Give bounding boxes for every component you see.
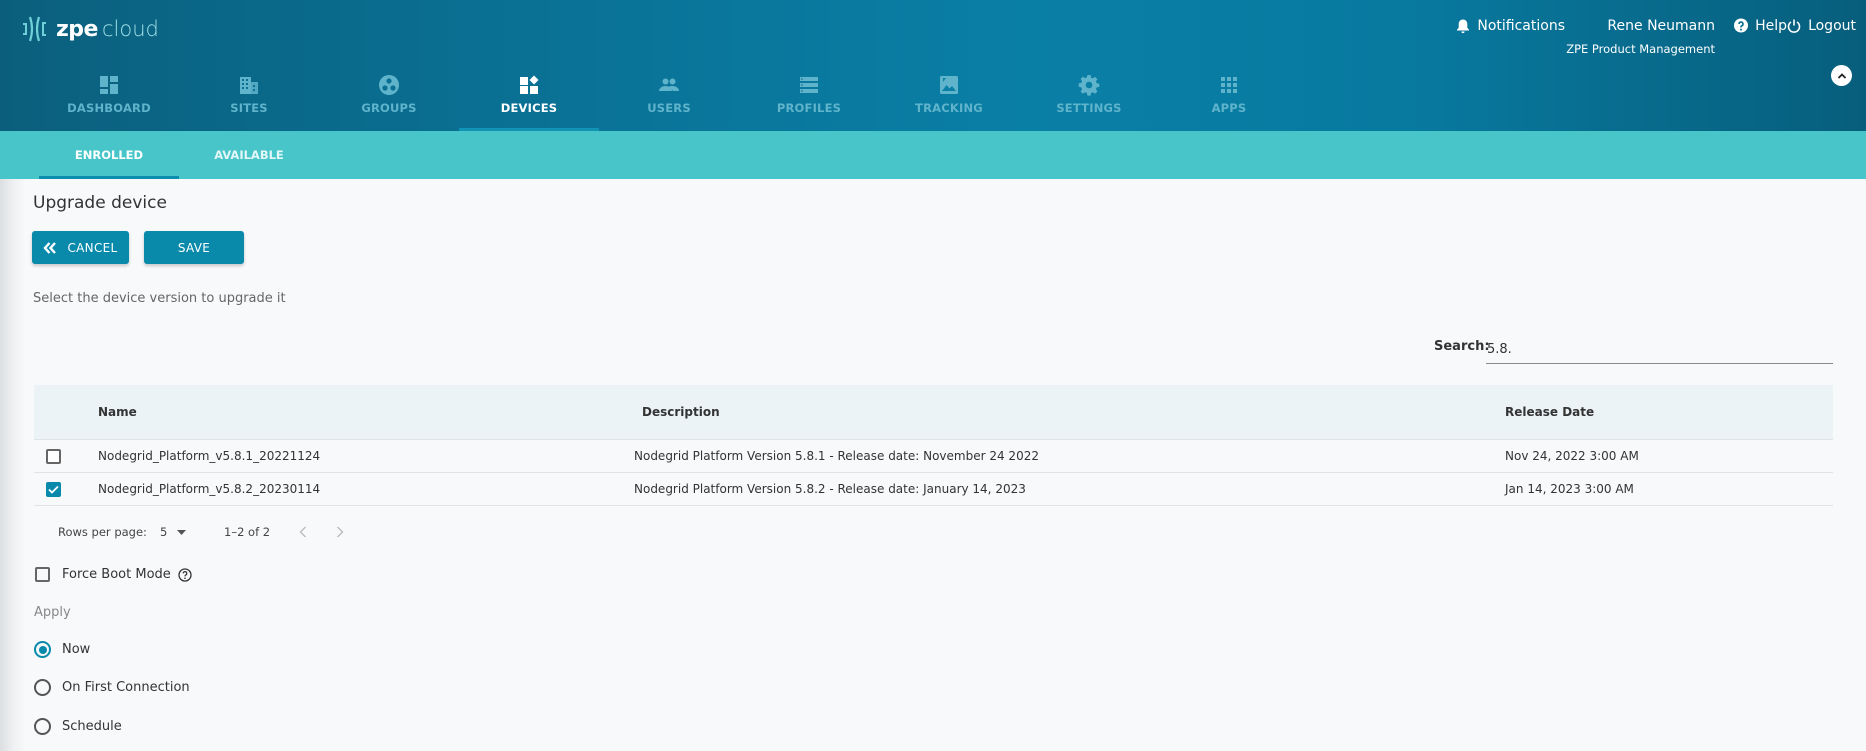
row-release-date: Jan 14, 2023 3:00 AM — [1505, 482, 1634, 496]
nav-item-dashboard[interactable]: DASHBOARD — [39, 70, 179, 131]
instruction-text: Select the device version to upgrade it — [33, 291, 286, 306]
notifications-link[interactable]: Notifications — [1455, 18, 1565, 34]
help-icon — [1734, 18, 1749, 33]
user-name: Rene Neumann — [1607, 18, 1715, 34]
row-name: Nodegrid_Platform_v5.8.2_20230114 — [98, 482, 321, 496]
tab-enrolled[interactable]: ENROLLED — [39, 131, 179, 179]
nav-label: DASHBOARD — [67, 101, 151, 115]
apply-now-radio[interactable]: Now — [34, 641, 90, 658]
logo-text-zpe: zpe — [56, 16, 98, 42]
dashboard-icon — [100, 76, 118, 94]
nav-label: SETTINGS — [1056, 101, 1122, 115]
page-title: Upgrade device — [33, 193, 167, 213]
chevron-right-icon[interactable] — [336, 526, 344, 538]
apply-on-first-connection-radio[interactable]: On First Connection — [34, 679, 190, 696]
chevron-up-icon — [1837, 72, 1846, 79]
chevron-left-icon[interactable] — [299, 526, 307, 538]
nav-label: APPS — [1211, 101, 1247, 115]
radio-label: Now — [62, 642, 91, 657]
radio-label: Schedule — [62, 719, 122, 734]
table-row[interactable]: Nodegrid_Platform_v5.8.1_20221124 Nodegr… — [34, 440, 1833, 473]
nav-item-devices[interactable]: DEVICES — [459, 70, 599, 131]
top-header: zpe cloud Notifications Rene Neumann Hel… — [0, 0, 1866, 131]
page-range: 1–2 of 2 — [224, 525, 271, 539]
table-header: Name Description Release Date — [34, 385, 1833, 440]
radio-label: On First Connection — [62, 680, 190, 695]
nav-item-settings[interactable]: SETTINGS — [1019, 70, 1159, 131]
nav-item-apps[interactable]: APPS — [1159, 70, 1299, 131]
apply-label: Apply — [34, 605, 71, 620]
apply-schedule-radio[interactable]: Schedule — [34, 718, 122, 735]
nav-item-users[interactable]: USERS — [599, 70, 739, 131]
zpe-logo-icon — [23, 16, 46, 42]
double-chevron-left-icon — [43, 241, 57, 254]
users-icon — [659, 78, 679, 91]
rows-per-page-value: 5 — [160, 525, 168, 539]
rows-per-page-select[interactable]: 5 — [160, 525, 187, 539]
nav-item-profiles[interactable]: PROFILES — [739, 70, 879, 131]
logo-text-cloud: cloud — [101, 17, 159, 41]
radio-circle[interactable] — [34, 641, 51, 658]
column-header-release-date[interactable]: Release Date — [1505, 405, 1594, 419]
table-pagination: Rows per page: 5 1–2 of 2 — [34, 522, 434, 544]
groups-icon — [379, 75, 399, 95]
power-icon — [1787, 19, 1801, 33]
cancel-label: CANCEL — [67, 240, 118, 255]
logout-link[interactable]: Logout — [1786, 18, 1856, 34]
search-input[interactable] — [1486, 336, 1833, 364]
radio-circle[interactable] — [34, 718, 51, 735]
devices-icon — [520, 75, 539, 94]
nav-label: GROUPS — [361, 101, 417, 115]
row-description: Nodegrid Platform Version 5.8.1 - Releas… — [634, 449, 1039, 463]
search-label: Search: — [1434, 339, 1490, 354]
save-label: SAVE — [177, 240, 211, 255]
logout-label: Logout — [1808, 18, 1856, 34]
cancel-button[interactable]: CANCEL — [32, 231, 129, 264]
table-row[interactable]: Nodegrid_Platform_v5.8.2_20230114 Nodegr… — [34, 473, 1833, 506]
checkmark-icon — [48, 485, 59, 494]
tab-available[interactable]: AVAILABLE — [179, 131, 319, 179]
row-checkbox[interactable] — [46, 482, 61, 497]
main-nav: DASHBOARD SITES GROUPS DEVICES USERS PRO… — [39, 70, 1299, 131]
rows-per-page-label: Rows per page: — [58, 525, 147, 539]
zpe-cloud-logo[interactable]: zpe cloud — [20, 12, 159, 46]
nav-item-tracking[interactable]: TRACKING — [879, 70, 1019, 131]
save-button[interactable]: SAVE — [144, 231, 244, 264]
tracking-icon — [940, 76, 958, 94]
gear-icon — [1078, 75, 1100, 96]
nav-label: SITES — [230, 101, 268, 115]
user-menu[interactable]: Rene Neumann — [1607, 18, 1715, 34]
row-checkbox[interactable] — [46, 449, 61, 464]
nav-item-sites[interactable]: SITES — [179, 70, 319, 131]
force-boot-mode-label: Force Boot Mode — [62, 567, 171, 582]
notifications-label: Notifications — [1477, 18, 1565, 34]
nav-label: DEVICES — [500, 101, 558, 115]
device-tabs: ENROLLED AVAILABLE — [0, 131, 1866, 179]
sidebar-edge-shadow — [0, 179, 26, 751]
collapse-header-button[interactable] — [1831, 65, 1852, 86]
caret-down-icon — [177, 529, 187, 535]
building-icon — [240, 77, 258, 94]
help-label: Help — [1755, 18, 1787, 34]
row-release-date: Nov 24, 2022 3:00 AM — [1505, 449, 1639, 463]
row-description: Nodegrid Platform Version 5.8.2 - Releas… — [634, 482, 1026, 496]
help-link[interactable]: Help — [1733, 18, 1787, 34]
nav-item-groups[interactable]: GROUPS — [319, 70, 459, 131]
organization-name: ZPE Product Management — [1566, 42, 1715, 56]
apps-grid-icon — [1221, 77, 1237, 93]
nav-label: USERS — [647, 101, 691, 115]
nav-label: PROFILES — [776, 101, 842, 115]
nav-label: TRACKING — [915, 101, 983, 115]
column-header-description[interactable]: Description — [642, 405, 720, 419]
column-header-name[interactable]: Name — [98, 405, 137, 419]
profiles-icon — [800, 77, 818, 93]
help-circle-icon[interactable] — [178, 567, 192, 582]
row-name: Nodegrid_Platform_v5.8.1_20221124 — [98, 449, 321, 463]
force-boot-mode-option: Force Boot Mode — [35, 567, 192, 582]
force-boot-mode-checkbox[interactable] — [35, 567, 50, 582]
versions-table: Name Description Release Date Nodegrid_P… — [34, 385, 1833, 506]
bell-icon — [1457, 19, 1470, 34]
radio-circle[interactable] — [34, 679, 51, 696]
